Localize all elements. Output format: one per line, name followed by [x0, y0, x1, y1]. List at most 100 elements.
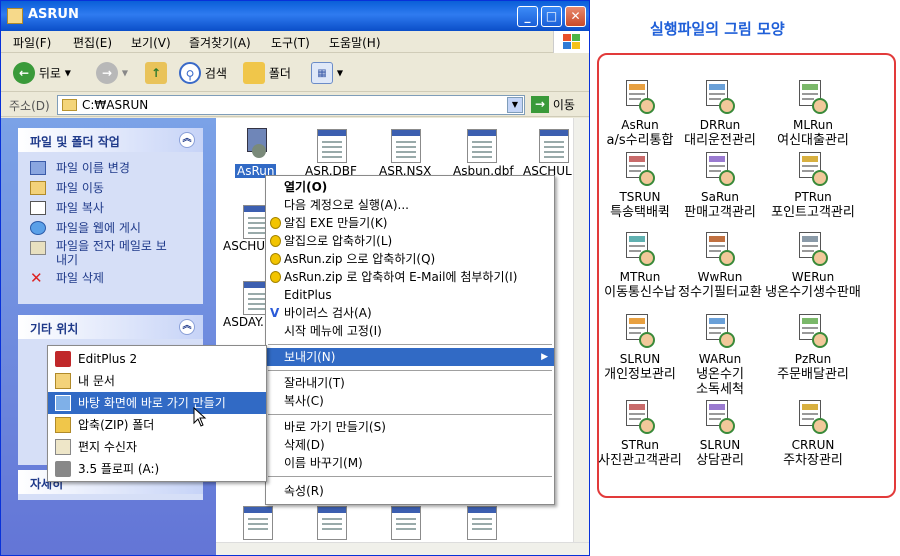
maximize-button[interactable]: □ — [541, 6, 562, 27]
file-icon[interactable] — [243, 506, 273, 540]
sendto-desktop-shortcut[interactable]: 바탕 화면에 바로 가기 만들기 — [48, 392, 266, 414]
chevron-down-icon: ▼ — [336, 68, 343, 78]
collapse-icon[interactable]: ︽ — [179, 132, 195, 148]
dbf-file-icon[interactable] — [317, 129, 347, 163]
sendto-editplus[interactable]: EditPlus 2 — [48, 348, 266, 370]
app-tile[interactable]: PzRun 주문배달관리 — [765, 314, 861, 382]
menu-label: AsRun.zip 으로 압축하기(Q) — [284, 252, 436, 266]
close-button[interactable]: ✕ — [565, 6, 586, 27]
app-tile[interactable]: WARun 냉온수기 소독세척 — [672, 314, 768, 397]
asrun-file-icon[interactable] — [243, 128, 271, 162]
globe-icon — [30, 221, 46, 235]
submenu-arrow-icon: ▶ — [541, 352, 548, 362]
collapse-icon[interactable]: ︽ — [179, 319, 195, 335]
horizontal-scrollbar[interactable] — [216, 542, 589, 555]
menu-view[interactable]: 보기(V) — [131, 34, 171, 51]
task-publish-web[interactable]: 파일을 웹에 게시 — [18, 218, 203, 238]
task-label: 내기 — [56, 253, 79, 267]
file-label[interactable]: ASDAY. — [223, 315, 264, 329]
task-rename[interactable]: 파일 이름 변경 — [18, 158, 203, 178]
views-button[interactable]: ▦ ▼ — [311, 62, 343, 86]
task-copy[interactable]: 파일 복사 — [18, 198, 203, 218]
back-button[interactable]: ← 뒤로 ▼ — [13, 62, 71, 86]
windows-logo-icon — [553, 31, 589, 53]
app-tile[interactable]: SLRUN 상담관리 — [672, 400, 768, 468]
app-icon — [796, 400, 830, 436]
app-tile[interactable]: CRRUN 주차장관리 — [765, 400, 861, 468]
go-button[interactable]: → 이동 — [531, 96, 575, 113]
sendto-floppy[interactable]: 3.5 플로피 (A:) — [48, 458, 266, 480]
task-email[interactable]: 파일을 전자 메일로 보 — [18, 238, 203, 255]
menu-delete[interactable]: 삭제(D) — [266, 436, 554, 454]
app-tile[interactable]: MLRun 여신대출관리 — [765, 80, 861, 148]
menu-separator — [268, 344, 552, 345]
menu-file[interactable]: 파일(F) — [13, 34, 51, 51]
app-tile[interactable]: WERun 냉온수기생수판매 — [765, 232, 861, 300]
app-icon — [703, 314, 737, 350]
file-label[interactable]: ASCHU — [223, 239, 265, 253]
menu-copy[interactable]: 복사(C) — [266, 392, 554, 410]
sendto-zip-folder[interactable]: 압축(ZIP) 폴더 — [48, 414, 266, 436]
menu-favorites[interactable]: 즐겨찾기(A) — [189, 34, 251, 51]
app-name: SaRun — [701, 190, 739, 204]
virus-scan-icon: V — [270, 306, 280, 320]
app-tile[interactable]: PTRun 포인트고객관리 — [765, 152, 861, 220]
menu-pin-start[interactable]: 시작 메뉴에 고정(I) — [266, 322, 554, 340]
file-icon[interactable] — [317, 506, 347, 540]
menu-editplus[interactable]: EditPlus — [266, 286, 554, 304]
alzip-icon — [270, 271, 281, 283]
forward-button[interactable]: → ▼ — [96, 62, 128, 86]
task-move[interactable]: 파일 이동 — [18, 178, 203, 198]
menu-cut[interactable]: 잘라내기(T) — [266, 374, 554, 392]
menu-zip-email[interactable]: AsRun.zip 로 압축하여 E-Mail에 첨부하기(I) — [266, 268, 554, 286]
search-button[interactable]: ⚲ 검색 — [179, 62, 227, 86]
nsx-file-icon[interactable] — [391, 129, 421, 163]
menu-properties[interactable]: 속성(R) — [266, 482, 554, 500]
menu-open[interactable]: 열기(O) — [266, 178, 554, 196]
app-description: 대리운전관리 — [684, 133, 756, 148]
address-dropdown-icon[interactable]: ▼ — [507, 97, 523, 113]
address-input[interactable]: C:₩ASRUN ▼ — [57, 95, 525, 115]
app-tile[interactable]: WwRun 정수기필터교환 — [672, 232, 768, 300]
zip-folder-icon — [55, 417, 71, 433]
file-icon[interactable] — [391, 506, 421, 540]
menu-label: 바이러스 검사(A) — [284, 306, 372, 320]
menu-label: 편지 수신자 — [78, 440, 138, 454]
sendto-my-documents[interactable]: 내 문서 — [48, 370, 266, 392]
menu-zip-compress[interactable]: AsRun.zip 으로 압축하기(Q) — [266, 250, 554, 268]
other-places-header[interactable]: 기타 위치 ︽ — [18, 315, 203, 339]
minimize-button[interactable]: _ — [517, 6, 538, 27]
menu-create-shortcut[interactable]: 바로 가기 만들기(S) — [266, 418, 554, 436]
menu-alzip-compress[interactable]: 알집으로 압축하기(L) — [266, 232, 554, 250]
menu-tools[interactable]: 도구(T) — [271, 34, 310, 51]
app-tile[interactable]: DRRun 대리운전관리 — [672, 80, 768, 148]
menu-label: AsRun.zip 로 압축하여 E-Mail에 첨부하기(I) — [284, 270, 518, 284]
dbf-file-icon[interactable] — [467, 129, 497, 163]
app-icon — [796, 80, 830, 116]
sendto-mail-recipient[interactable]: 편지 수신자 — [48, 436, 266, 458]
menu-alzip-exe[interactable]: 알집 EXE 만들기(K) — [266, 214, 554, 232]
menu-separator — [268, 476, 552, 477]
menu-run-as[interactable]: 다음 계정으로 실행(A)... — [266, 196, 554, 214]
menu-virus-scan[interactable]: V 바이러스 검사(A) — [266, 304, 554, 322]
folders-button[interactable]: 폴더 — [243, 62, 291, 86]
up-folder-button[interactable]: ↑ — [145, 62, 167, 86]
vertical-scrollbar[interactable] — [573, 118, 589, 542]
menu-send-to[interactable]: 보내기(N) ▶ — [266, 348, 554, 366]
file-icon[interactable] — [539, 129, 569, 163]
menu-rename[interactable]: 이름 바꾸기(M) — [266, 454, 554, 472]
file-tasks-header[interactable]: 파일 및 폴더 작업 ︽ — [18, 128, 203, 152]
file-icon[interactable] — [467, 506, 497, 540]
menu-edit[interactable]: 편집(E) — [73, 34, 112, 51]
mouse-cursor-icon — [193, 407, 207, 427]
mail-recipient-icon — [55, 439, 71, 455]
address-label: 주소(D) — [9, 99, 50, 113]
task-delete[interactable]: ✕ 파일 삭제 — [18, 268, 203, 288]
menu-help[interactable]: 도움말(H) — [329, 34, 381, 51]
title-bar[interactable]: ASRUN _ □ ✕ — [1, 1, 589, 31]
app-icon — [703, 232, 737, 268]
task-email-cont[interactable]: 내기 — [18, 254, 203, 268]
app-description: 정수기필터교환 — [678, 285, 762, 300]
app-tile[interactable]: SaRun 판매고객관리 — [672, 152, 768, 220]
right-panel-title: 실행파일의 그림 모양 — [650, 20, 785, 38]
